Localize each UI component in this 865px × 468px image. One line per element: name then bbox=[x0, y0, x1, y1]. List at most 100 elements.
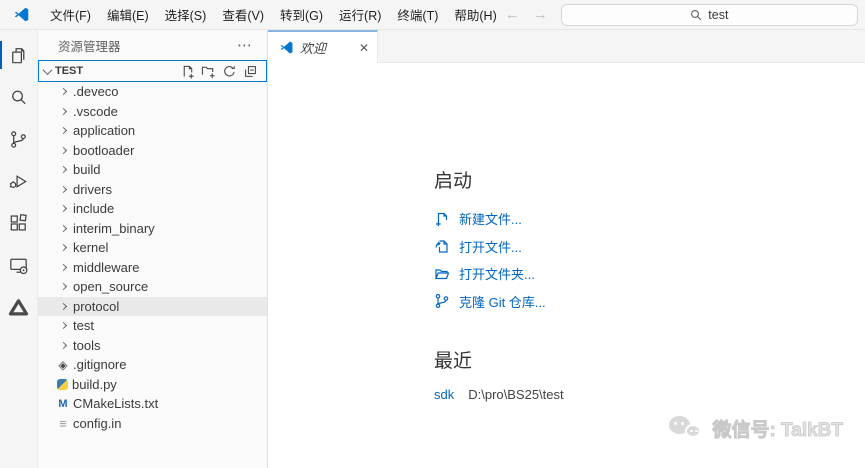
tree-item[interactable]: include bbox=[38, 199, 267, 219]
start-link[interactable]: 打开文件... bbox=[434, 233, 564, 261]
tree-item-label: test bbox=[73, 318, 94, 334]
sidebar-title: 资源管理器 bbox=[58, 39, 121, 54]
tree-item[interactable]: test bbox=[38, 316, 267, 336]
menubar-item[interactable]: 编辑(E) bbox=[99, 2, 157, 27]
menubar-item[interactable]: 查看(V) bbox=[214, 2, 272, 27]
watermark: 微信号: TalkBT bbox=[669, 415, 843, 442]
close-icon[interactable]: ✕ bbox=[359, 41, 369, 55]
tree-item[interactable]: middleware bbox=[38, 258, 267, 278]
activitybar-explorer[interactable] bbox=[0, 34, 37, 76]
tree-item[interactable]: build bbox=[38, 160, 267, 180]
new-file-icon bbox=[436, 212, 448, 227]
editor-group: 欢迎 ✕ 启动 新建文件... 打开文件... 打开文件夹... 克隆 Git … bbox=[268, 30, 865, 468]
tree-item-label: build bbox=[73, 162, 101, 178]
activitybar-source-control[interactable] bbox=[0, 118, 37, 160]
collapse-all-icon[interactable] bbox=[243, 64, 258, 79]
tree-item[interactable]: application bbox=[38, 121, 267, 141]
start-link-label: 打开文件... bbox=[459, 239, 522, 255]
recent-item-link[interactable]: sdk bbox=[434, 387, 454, 402]
tab-label: 欢迎 bbox=[300, 41, 327, 56]
tree-item[interactable]: open_source bbox=[38, 277, 267, 297]
cmake-icon bbox=[57, 397, 69, 411]
tree-item-label: tools bbox=[73, 337, 101, 353]
tree-item-label: config.in bbox=[73, 415, 122, 431]
recent-heading: 最近 bbox=[434, 351, 473, 372]
activitybar-search[interactable] bbox=[0, 76, 37, 118]
tree-item[interactable]: config.in bbox=[38, 414, 267, 434]
menubar-item[interactable]: 文件(F) bbox=[42, 2, 99, 27]
chevron-right-icon bbox=[57, 144, 69, 156]
tree-item-label: .deveco bbox=[73, 84, 119, 100]
deveco-device-tool-icon bbox=[8, 298, 29, 315]
wechat-icon bbox=[669, 415, 705, 442]
watermark-text: 微信号: TalkBT bbox=[712, 420, 843, 442]
tree-item[interactable]: protocol bbox=[38, 296, 267, 316]
tree-item-label: .gitignore bbox=[73, 357, 127, 373]
tree-item[interactable]: drivers bbox=[38, 180, 267, 200]
tree-item-label: application bbox=[73, 123, 136, 139]
menu-bar: 文件(F) 编辑(E) 选择(S) 查看(V) 转到(G) 运行(R) 终端(T… bbox=[42, 0, 505, 29]
extensions-icon bbox=[10, 213, 27, 231]
tab-welcome[interactable]: 欢迎 ✕ bbox=[268, 30, 378, 63]
recent-item-path: D:\pro\BS25\test bbox=[468, 387, 564, 402]
tree-item-label: build.py bbox=[72, 376, 117, 392]
tree-item[interactable]: bootloader bbox=[38, 141, 267, 161]
title-bar: 文件(F) 编辑(E) 选择(S) 查看(V) 转到(G) 运行(R) 终端(T… bbox=[0, 0, 865, 30]
activity-bar bbox=[0, 30, 38, 468]
section-label: TEST bbox=[55, 65, 84, 77]
file-tree: .deveco .vscode application bootloader b… bbox=[38, 82, 267, 468]
refresh-icon[interactable] bbox=[222, 64, 237, 79]
activitybar-deveco-device-tool[interactable] bbox=[0, 286, 37, 328]
tree-section-header[interactable]: TEST bbox=[38, 60, 267, 82]
start-link[interactable]: 克隆 Git 仓库... bbox=[434, 288, 564, 316]
chevron-right-icon bbox=[57, 242, 69, 254]
start-link[interactable]: 打开文件夹... bbox=[434, 260, 564, 288]
tree-item[interactable]: .deveco bbox=[38, 82, 267, 102]
tree-item[interactable]: build.py bbox=[38, 375, 267, 395]
chevron-down-icon bbox=[42, 64, 53, 75]
tree-item[interactable]: tools bbox=[38, 336, 267, 356]
menubar-item[interactable]: 帮助(H) bbox=[446, 2, 504, 27]
search-icon bbox=[691, 9, 702, 20]
chevron-right-icon bbox=[57, 320, 69, 332]
chevron-right-icon bbox=[57, 164, 69, 176]
chevron-right-icon bbox=[57, 105, 69, 117]
tree-item-label: middleware bbox=[73, 259, 140, 275]
tree-item[interactable]: CMakeLists.txt bbox=[38, 394, 267, 414]
activitybar-extensions[interactable] bbox=[0, 202, 37, 244]
tree-item[interactable]: kernel bbox=[38, 238, 267, 258]
tab-bar: 欢迎 ✕ bbox=[268, 30, 865, 63]
vscode-window: 文件(F) 编辑(E) 选择(S) 查看(V) 转到(G) 运行(R) 终端(T… bbox=[0, 0, 865, 468]
nav-forward-icon[interactable]: → bbox=[533, 6, 548, 23]
explorer-sidebar: 资源管理器 ⋯ TEST .deveco .vscode application… bbox=[38, 30, 268, 468]
menubar-item[interactable]: 选择(S) bbox=[157, 2, 215, 27]
remote-explorer-icon bbox=[10, 258, 28, 274]
menubar-item[interactable]: 运行(R) bbox=[331, 2, 389, 27]
activitybar-run-debug[interactable] bbox=[0, 160, 37, 202]
tree-item[interactable]: .vscode bbox=[38, 102, 267, 122]
source-control-icon bbox=[11, 130, 26, 148]
config-icon bbox=[57, 416, 69, 430]
recent-list: sdk D:\pro\BS25\test bbox=[434, 387, 564, 402]
new-file-icon[interactable] bbox=[180, 64, 195, 79]
chevron-right-icon bbox=[57, 86, 69, 98]
activitybar-remote-explorer[interactable] bbox=[0, 244, 37, 286]
tree-item-label: .vscode bbox=[73, 103, 118, 119]
new-folder-icon[interactable] bbox=[201, 64, 216, 79]
git-icon bbox=[57, 358, 69, 372]
chevron-right-icon bbox=[57, 222, 69, 234]
more-actions-icon[interactable]: ⋯ bbox=[237, 36, 253, 54]
open-folder-icon bbox=[435, 269, 450, 279]
tree-item-label: drivers bbox=[73, 181, 113, 197]
start-link[interactable]: 新建文件... bbox=[434, 205, 564, 233]
tree-item[interactable]: .gitignore bbox=[38, 355, 267, 375]
tree-item[interactable]: interim_binary bbox=[38, 219, 267, 239]
explorer-icon bbox=[12, 47, 25, 63]
welcome-page: 启动 新建文件... 打开文件... 打开文件夹... 克隆 Git 仓库...… bbox=[268, 63, 865, 468]
nav-back-icon[interactable]: ← bbox=[505, 6, 520, 23]
git-branch-icon bbox=[435, 294, 449, 309]
menubar-item[interactable]: 转到(G) bbox=[272, 2, 331, 27]
menubar-item[interactable]: 终端(T) bbox=[389, 2, 446, 27]
chevron-right-icon bbox=[57, 125, 69, 137]
command-center-search[interactable]: test bbox=[560, 3, 858, 26]
